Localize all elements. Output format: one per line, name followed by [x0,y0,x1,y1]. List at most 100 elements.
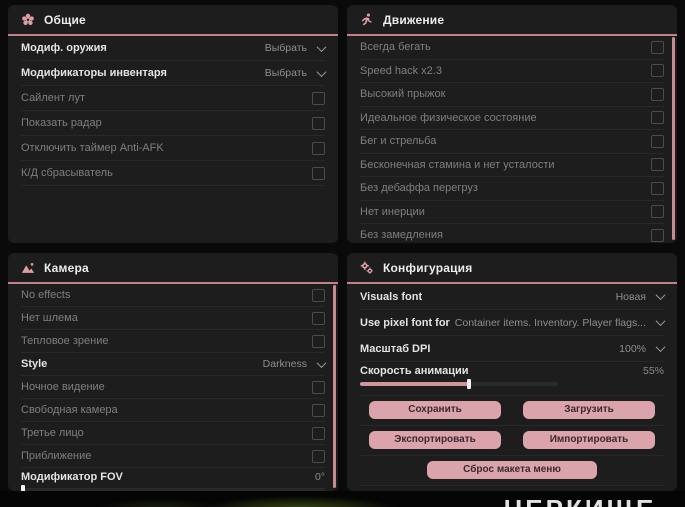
row-label: Модификаторы инвентаря [21,67,167,79]
row-label: Без замедления [360,229,443,242]
panel-movement-header: Движение [347,5,677,36]
flower-icon [21,13,35,27]
row-label: Свободная камера [21,404,118,416]
settings-row: Третье лицо [21,422,325,445]
dropdown[interactable]: Новая [616,290,666,303]
movement-rows: Всегда бегать Speed hack x2.3 Высокий прыж… [347,36,677,243]
slider-row: Модификатор FOV 0° [21,468,325,491]
panel-title: Движение [383,12,445,27]
settings-row: Нет инерции [360,201,664,224]
settings-row: Показать радар [21,111,325,136]
checkbox[interactable] [651,87,664,101]
checkbox[interactable] [312,334,325,348]
settings-row: Масштаб DPI 100% [360,336,666,362]
reset-menu-layout-button[interactable]: Сброс макета меню [427,461,597,479]
config-buttons: Сохранить Загрузить Экспортировать Импортир… [347,396,677,486]
settings-row: Use pixel font for Container items. Inven… [360,310,666,336]
checkbox[interactable] [651,40,664,54]
row-label: Тепловое зрение [21,335,109,347]
settings-row: Идеальное физическое состояние [360,107,664,130]
dropdown[interactable]: Выбрать [264,66,327,79]
row-label: К/Д сбрасыватель [21,167,113,179]
row-label: Модификатор FOV [21,471,123,483]
scrollbar[interactable] [333,285,336,488]
settings-row: No effects [21,284,325,307]
row-label: Сайлент лут [21,92,85,104]
export-button[interactable]: Экспортировать [369,431,501,449]
dropdown[interactable]: Выбрать [265,41,327,54]
row-value: 0° [314,471,325,483]
save-button[interactable]: Сохранить [369,401,501,419]
settings-row: Бег и стрельба [360,130,664,154]
row-label: Третье лицо [21,427,84,439]
slider-handle[interactable] [466,379,471,389]
panel-title: Конфигурация [383,260,473,275]
checkbox[interactable] [651,181,664,195]
row-label: Приближение [21,450,92,462]
checkbox[interactable] [651,64,664,78]
import-button[interactable]: Импортировать [523,431,655,449]
settings-row: Тепловое зрение [21,330,325,353]
dropdown[interactable]: Container items. Inventory. Player flags… [455,316,666,329]
checkbox[interactable] [312,288,325,302]
settings-row: Модификаторы инвентаря Выбрать [21,61,327,86]
slider[interactable] [360,379,558,389]
checkbox[interactable] [312,91,325,105]
row-value: 55% [642,365,664,377]
checkbox[interactable] [312,449,325,463]
chevron-down-icon [316,357,327,368]
row-label: Use pixel font for [360,316,450,329]
chevron-down-icon [316,66,327,77]
mountain-photo-icon [21,261,35,275]
checkbox[interactable] [651,205,664,219]
scrollbar[interactable] [672,37,675,240]
settings-row: Без дебаффа перегруз [360,177,664,201]
panel-movement: Движение Всегда бегать Speed hack x2.3 Выс… [347,5,677,243]
row-label: Style [21,358,48,370]
checkbox[interactable] [312,403,325,417]
settings-row: Отключить таймер Anti-AFK [21,136,325,161]
checkbox[interactable] [312,116,325,130]
panel-general-header: Общие [8,5,338,36]
chevron-down-icon [655,290,666,301]
settings-row: Бесконечная стамина и нет усталости [360,154,664,177]
checkbox[interactable] [651,158,664,172]
checkbox[interactable] [312,311,325,325]
background-strip: ЧЕРКИЩЕ [0,491,685,507]
dropdown-value: Выбрать [264,67,307,79]
settings-row: Без замедления [360,224,664,243]
settings-row: Нет шлема [21,307,325,330]
dropdown-value: 100% [619,342,646,355]
row-label: Модиф. оружия [21,42,107,54]
row-label: Бег и стрельба [360,135,437,148]
panel-config-header: Конфигурация [347,253,677,284]
dropdown[interactable]: 100% [619,342,666,355]
dropdown[interactable]: Darkness [262,357,327,370]
panel-camera-header: Камера [8,253,338,284]
dropdown-value: Darkness [262,358,307,370]
checkbox[interactable] [312,426,325,440]
checkbox[interactable] [651,228,664,242]
load-button[interactable]: Загрузить [523,401,655,419]
watermark-text: ЧЕРКИЩЕ [504,494,656,507]
config-rows: Visuals font Новая Use pixel font for Conta… [347,284,677,396]
runner-icon [360,12,374,27]
row-label: Масштаб DPI [360,342,431,355]
row-label: No effects [21,289,71,301]
slider-row: Скорость анимации 55% [360,362,664,396]
row-label: Бесконечная стамина и нет усталости [360,158,555,171]
checkbox[interactable] [312,380,325,394]
button-row: Сброс макета меню [360,456,664,486]
checkbox[interactable] [312,166,325,180]
gears-icon [360,261,374,275]
settings-row: Сайлент лут [21,86,325,111]
checkbox[interactable] [312,141,325,155]
chevron-down-icon [316,41,327,52]
row-label: Speed hack x2.3 [360,64,442,77]
row-label: Нет шлема [21,312,78,324]
checkbox[interactable] [651,111,664,125]
settings-row: Свободная камера [21,399,325,422]
slider-fill [360,382,469,386]
checkbox[interactable] [651,134,664,148]
row-label: Нет инерции [360,205,425,218]
